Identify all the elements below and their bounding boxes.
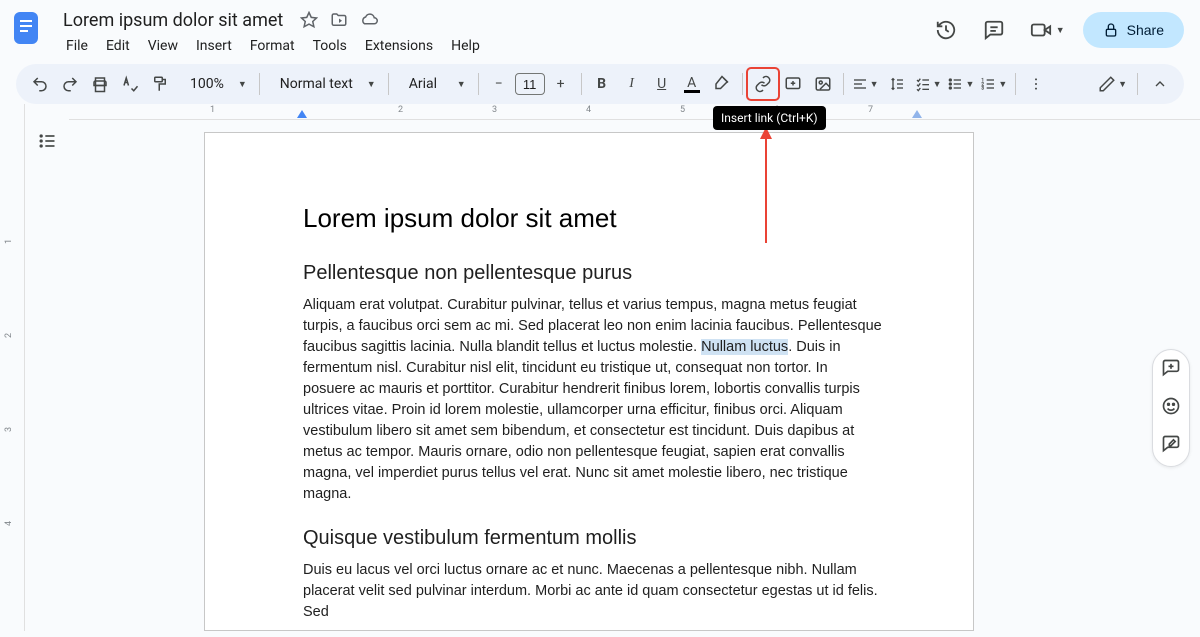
chevron-down-icon: ▼ <box>367 79 376 90</box>
comments-icon[interactable] <box>976 12 1012 48</box>
separator <box>478 73 479 95</box>
add-comment-side-button[interactable] <box>1161 358 1181 382</box>
document-page[interactable]: Lorem ipsum dolor sit amet Pellentesque … <box>204 132 974 631</box>
separator <box>843 73 844 95</box>
toolbar: 100% ▼ Normal text ▼ Arial ▼ − + B I U A… <box>16 64 1184 104</box>
text-color-button[interactable]: A <box>678 70 706 98</box>
numbered-list-button[interactable]: 123▼ <box>978 70 1009 98</box>
doc-paragraph: Duis eu lacus vel orci luctus ornare ac … <box>303 560 883 623</box>
star-icon[interactable] <box>298 9 320 31</box>
more-toolbar-button[interactable] <box>1022 70 1050 98</box>
text-selection: Nullam luctus <box>701 339 788 355</box>
vertical-ruler[interactable]: 1 2 3 4 <box>0 104 25 631</box>
chevron-down-icon: ▼ <box>1056 25 1065 36</box>
side-actions-panel <box>1152 349 1190 467</box>
meet-button[interactable]: ▼ <box>1024 15 1071 45</box>
zoom-selector[interactable]: 100% ▼ <box>176 76 253 92</box>
doc-h2: Pellentesque non pellentesque purus <box>303 262 883 285</box>
svg-text:3: 3 <box>982 85 985 91</box>
font-size-input[interactable] <box>515 73 545 95</box>
chevron-down-icon: ▼ <box>965 79 974 90</box>
cloud-status-icon[interactable] <box>358 9 380 31</box>
doc-h2: Quisque vestibulum fermentum mollis <box>303 527 883 550</box>
right-indent-marker[interactable] <box>912 110 922 118</box>
separator <box>1137 73 1138 95</box>
doc-title[interactable]: Lorem ipsum dolor sit amet <box>56 7 290 34</box>
chevron-down-icon: ▼ <box>457 79 466 90</box>
redo-button[interactable] <box>56 70 84 98</box>
doc-h1: Lorem ipsum dolor sit amet <box>303 203 883 234</box>
chevron-down-icon: ▼ <box>998 79 1007 90</box>
menubar: File Edit View Insert Format Tools Exten… <box>58 34 488 58</box>
font-size-increase[interactable]: + <box>547 70 575 98</box>
bulleted-list-button[interactable]: ▼ <box>945 70 976 98</box>
separator <box>259 73 260 95</box>
styles-selector[interactable]: Normal text ▼ <box>266 76 382 92</box>
menu-edit[interactable]: Edit <box>98 34 138 58</box>
menu-insert[interactable]: Insert <box>188 34 240 58</box>
highlight-color-button[interactable] <box>708 70 736 98</box>
bold-button[interactable]: B <box>588 70 616 98</box>
zoom-value: 100% <box>182 76 232 92</box>
menu-extensions[interactable]: Extensions <box>357 34 441 58</box>
format-paint-button[interactable] <box>146 70 174 98</box>
chevron-down-icon: ▼ <box>238 79 247 90</box>
left-indent-marker[interactable] <box>297 110 307 118</box>
separator <box>1015 73 1016 95</box>
add-comment-button[interactable] <box>779 70 807 98</box>
checklist-button[interactable]: ▼ <box>913 70 944 98</box>
font-selector[interactable]: Arial ▼ <box>395 76 472 92</box>
undo-button[interactable] <box>26 70 54 98</box>
docs-logo[interactable] <box>8 8 48 48</box>
italic-button[interactable]: I <box>618 70 646 98</box>
separator <box>581 73 582 95</box>
insert-link-tooltip: Insert link (Ctrl+K) <box>713 106 826 130</box>
menu-file[interactable]: File <box>58 34 96 58</box>
align-button[interactable]: ▼ <box>850 70 881 98</box>
annotation-arrow <box>765 128 767 243</box>
menu-help[interactable]: Help <box>443 34 488 58</box>
insert-image-button[interactable] <box>809 70 837 98</box>
font-size-decrease[interactable]: − <box>485 70 513 98</box>
spellcheck-button[interactable] <box>116 70 144 98</box>
hide-menus-button[interactable] <box>1146 70 1174 98</box>
separator <box>742 73 743 95</box>
insert-link-button[interactable] <box>749 70 777 98</box>
menu-tools[interactable]: Tools <box>305 34 355 58</box>
chevron-down-icon: ▼ <box>870 79 879 90</box>
doc-paragraph: Aliquam erat volutpat. Curabitur pulvina… <box>303 295 883 505</box>
chevron-down-icon: ▼ <box>933 79 942 90</box>
horizontal-ruler[interactable]: 1 2 3 4 5 6 7 <box>69 104 1200 120</box>
share-button[interactable]: Share <box>1083 12 1184 48</box>
font-value: Arial <box>401 76 451 92</box>
outline-toggle-button[interactable] <box>32 126 62 156</box>
separator <box>388 73 389 95</box>
chevron-down-icon: ▼ <box>1118 79 1127 90</box>
suggest-edits-button[interactable] <box>1161 434 1181 458</box>
emoji-reaction-button[interactable] <box>1161 396 1181 420</box>
line-spacing-button[interactable] <box>883 70 911 98</box>
menu-view[interactable]: View <box>140 34 186 58</box>
share-label: Share <box>1127 22 1164 38</box>
print-button[interactable] <box>86 70 114 98</box>
history-icon[interactable] <box>928 12 964 48</box>
move-icon[interactable] <box>328 9 350 31</box>
styles-value: Normal text <box>272 76 361 92</box>
menu-format[interactable]: Format <box>242 34 303 58</box>
underline-button[interactable]: U <box>648 70 676 98</box>
editing-mode-button[interactable]: ▼ <box>1096 70 1129 98</box>
